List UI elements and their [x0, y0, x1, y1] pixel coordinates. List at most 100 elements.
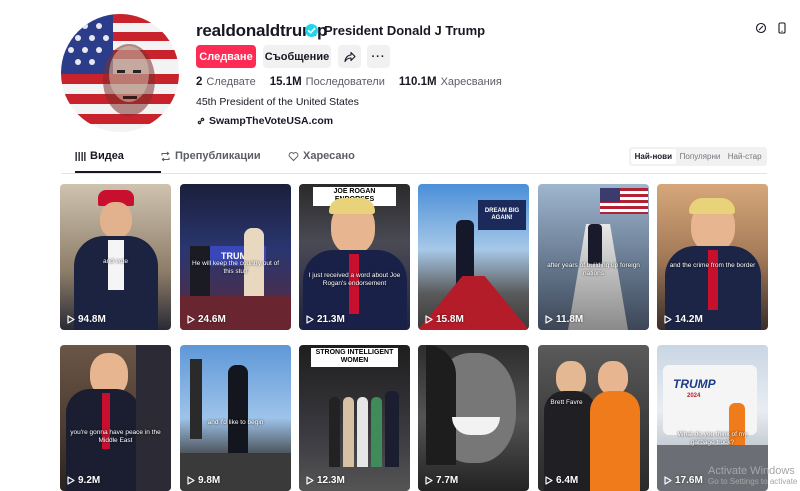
play-icon	[425, 315, 433, 324]
play-icon	[67, 315, 75, 324]
person-shape	[329, 397, 340, 467]
profile-avatar	[61, 14, 179, 132]
likes-count: 110.1M	[398, 76, 437, 88]
truck-logo: TRUMP	[673, 377, 716, 391]
video-tile[interactable]: you're gonna have peace in the Middle Ea…	[60, 345, 171, 491]
tab-videos[interactable]: Видеа	[75, 150, 124, 162]
video-caption: and vote	[103, 258, 128, 265]
following-stat[interactable]: 2 Следвате	[196, 76, 256, 88]
sort-latest-option[interactable]: Най-нови	[631, 149, 676, 164]
video-tile[interactable]: DREAM BIG AGAIN! 15.8M	[418, 184, 529, 330]
repost-icon	[161, 151, 170, 161]
more-options-button[interactable]: ···	[367, 45, 390, 68]
play-icon	[67, 476, 75, 485]
play-icon	[664, 315, 672, 324]
video-caption: I just received a word about Joe Rogan's…	[308, 272, 401, 288]
view-count-value: 21.3M	[317, 314, 345, 325]
video-tile[interactable]: after years of building up foreign natio…	[538, 184, 649, 330]
followers-stat[interactable]: 15.1M Последователи	[270, 76, 385, 88]
view-count: 9.2M	[67, 475, 100, 486]
tab-liked-label: Харесано	[303, 150, 355, 162]
view-count: 6.4M	[545, 475, 578, 486]
hair-shape	[329, 198, 375, 214]
followers-count: 15.1M	[269, 76, 302, 88]
heart-outline-icon	[288, 151, 299, 161]
person-shape	[385, 391, 399, 467]
top-right-actions	[755, 21, 788, 34]
view-count-value: 11.8M	[556, 314, 584, 325]
truck-year: 2024	[687, 393, 701, 399]
message-button[interactable]: Съобщение	[263, 45, 331, 68]
face-shape	[100, 202, 132, 238]
verified-badge-icon	[305, 24, 318, 37]
video-tile[interactable]: TRUMP He will keep the country out of th…	[180, 184, 291, 330]
view-count: 11.8M	[545, 314, 583, 325]
tab-reposts-label: Препубликации	[175, 150, 261, 162]
play-icon	[545, 476, 553, 485]
video-caption: Brett Favre	[550, 399, 583, 406]
play-icon	[187, 315, 195, 324]
video-tile[interactable]: STRONG INTELLIGENT WOMEN 12.3M	[299, 345, 410, 491]
profile-tabs: Видеа Препубликации Харесано	[61, 150, 391, 174]
video-tile[interactable]: and vote 94.8M	[60, 184, 171, 330]
view-count: 14.2M	[664, 314, 703, 325]
person-shape	[371, 397, 382, 467]
view-count-value: 7.7M	[436, 475, 459, 486]
tie-shape	[708, 250, 718, 310]
view-count: 7.7M	[425, 475, 458, 486]
video-tile[interactable]: and I'd like to begin 9.8M	[180, 345, 291, 491]
profile-link[interactable]: SwampTheVoteUSA.com	[196, 115, 333, 127]
view-count-value: 94.8M	[78, 314, 106, 325]
face-shape	[556, 361, 586, 395]
view-count: 94.8M	[67, 314, 106, 325]
view-count: 24.6M	[187, 314, 226, 325]
person-shape	[588, 224, 602, 264]
play-icon	[306, 476, 314, 485]
view-count: 9.8M	[187, 475, 220, 486]
profile-bio: 45th President of the United States	[196, 96, 359, 108]
view-count-value: 17.6M	[675, 475, 703, 486]
video-caption: and the crime from the border	[669, 262, 756, 269]
profile-nickname: President Donald J Trump	[324, 23, 486, 38]
follow-button[interactable]: Следване	[196, 45, 256, 68]
person-shape	[228, 365, 248, 461]
view-count: 21.3M	[306, 314, 345, 325]
tabs-divider	[61, 173, 767, 174]
likes-label: Харесвания	[440, 76, 502, 88]
person-shape	[343, 397, 354, 467]
share-button[interactable]	[338, 45, 361, 68]
person-shape	[136, 345, 171, 491]
sort-popular-option[interactable]: Популярни	[678, 149, 723, 164]
tab-liked[interactable]: Харесано	[288, 150, 355, 162]
sort-oldest-option[interactable]: Най-стар	[722, 149, 767, 164]
watermark-subtitle: Go to Settings to activate	[708, 476, 798, 486]
view-count-value: 9.8M	[198, 475, 221, 486]
video-caption: you're gonna have peace in the Middle Ea…	[70, 429, 161, 445]
rally-screen-sign: DREAM BIG AGAIN!	[478, 200, 526, 230]
person-shape	[357, 397, 368, 467]
video-tile[interactable]: JOE ROGAN ENDORSES I just received a wor…	[299, 184, 410, 330]
settings-icon[interactable]	[755, 21, 767, 34]
safety-vest-shape	[590, 391, 640, 491]
device-icon[interactable]	[776, 21, 788, 34]
face-shape	[598, 361, 628, 395]
play-icon	[664, 476, 672, 485]
view-count-value: 24.6M	[198, 314, 226, 325]
view-count-value: 12.3M	[317, 475, 345, 486]
view-count-value: 6.4M	[556, 475, 579, 486]
play-icon	[306, 315, 314, 324]
video-tile[interactable]: Brett Favre 6.4M	[538, 345, 649, 491]
video-tile[interactable]: 7.7M	[418, 345, 529, 491]
link-icon	[197, 117, 205, 125]
tab-reposts[interactable]: Препубликации	[160, 150, 261, 162]
profile-link-text: SwampTheVoteUSA.com	[209, 115, 334, 127]
play-icon	[545, 315, 553, 324]
video-caption: after years of building up foreign natio…	[547, 262, 640, 278]
watermark-title: Activate Windows	[708, 465, 795, 477]
activate-windows-watermark: Activate Windows Go to Settings to activ…	[708, 465, 798, 486]
following-label: Следвате	[206, 76, 256, 88]
avatar-flag-portrait	[61, 14, 179, 132]
play-icon	[187, 476, 195, 485]
grid-icon	[75, 151, 86, 161]
video-tile[interactable]: and the crime from the border 14.2M	[657, 184, 768, 330]
